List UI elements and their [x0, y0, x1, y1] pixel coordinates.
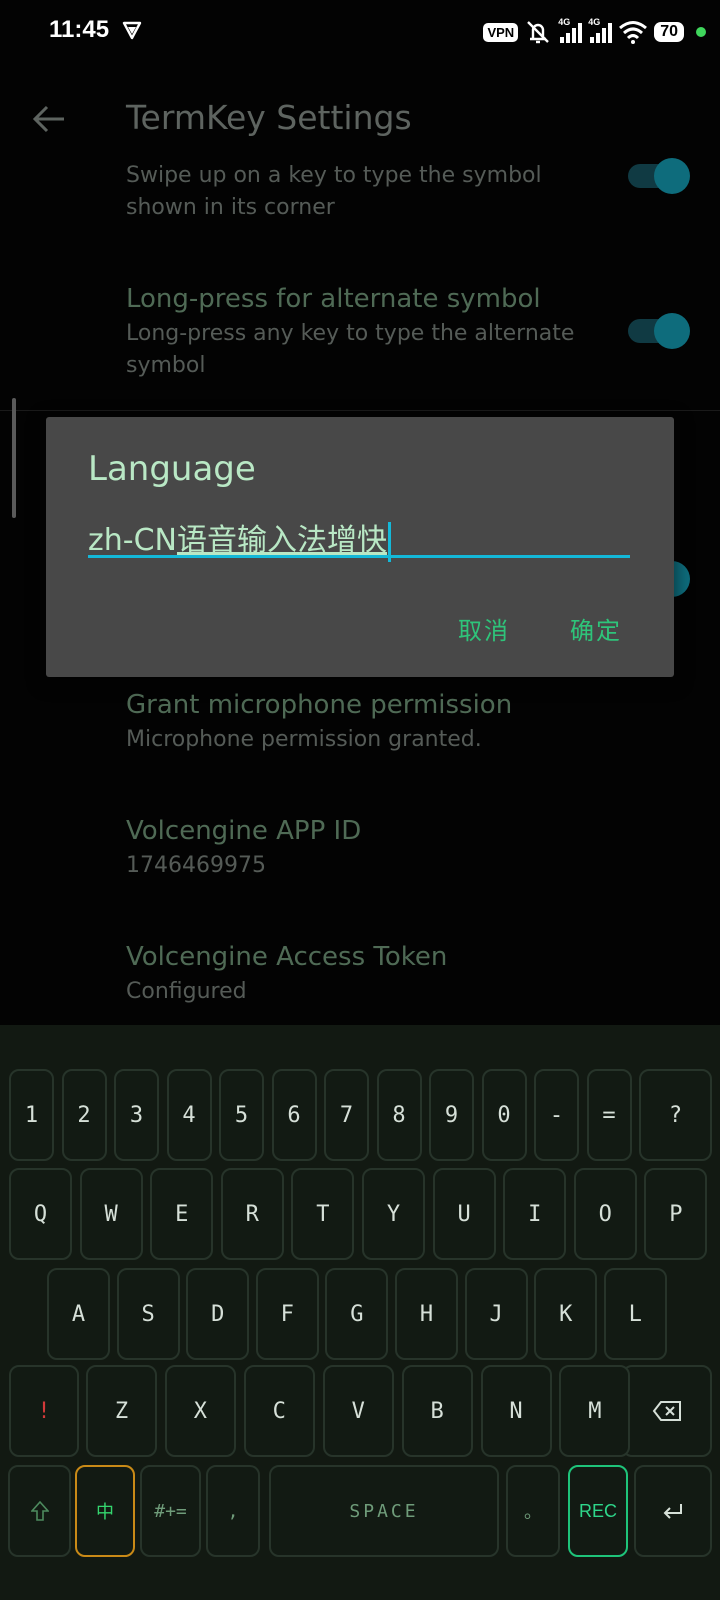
setting-microphone-subtitle: Microphone permission granted.	[126, 727, 482, 752]
status-time: 11:45	[49, 16, 110, 43]
key-row_bottom-4[interactable]: V	[322, 1365, 394, 1457]
input-composing-text: 语音输入法增快	[176, 523, 387, 558]
key-row_home-6[interactable]: J	[464, 1268, 528, 1360]
key-row_qwerty-4[interactable]: T	[291, 1168, 355, 1260]
setting-access-token[interactable]: Volcengine Access Token Configured	[0, 942, 720, 1012]
language-dialog: Language zh-CN语音输入法增快 取消 确定	[46, 417, 674, 677]
key-row_numbers-2[interactable]: 3	[114, 1069, 159, 1161]
enter-key[interactable]	[634, 1465, 712, 1557]
setting-app-id-title: Volcengine APP ID	[126, 816, 362, 846]
key-row_qwerty-1[interactable]: W	[79, 1168, 143, 1260]
key-row_qwerty-0[interactable]: Q	[9, 1168, 72, 1260]
key-row_bottom-6[interactable]: N	[480, 1365, 552, 1457]
key-row_qwerty-5[interactable]: Y	[362, 1168, 425, 1260]
cancel-button[interactable]: 取消	[458, 611, 510, 646]
swipe-up-toggle[interactable]	[628, 158, 690, 194]
setting-app-id-value: 1746469975	[126, 853, 266, 878]
period-key[interactable]: 。	[506, 1465, 560, 1557]
shift-icon	[30, 1501, 49, 1521]
arrow-left-icon[interactable]	[30, 100, 68, 138]
key-row_qwerty-6[interactable]: U	[432, 1168, 496, 1260]
key-row_home-3[interactable]: F	[255, 1268, 319, 1360]
key-row_home-7[interactable]: K	[534, 1268, 598, 1360]
comma-key[interactable]: ,	[206, 1465, 260, 1557]
space-key[interactable]: SPACE	[269, 1465, 499, 1557]
key-row_numbers-7[interactable]: 8	[376, 1069, 422, 1161]
key-row_bottom-0[interactable]: !	[9, 1365, 79, 1457]
key-row_numbers-3[interactable]: 4	[166, 1069, 212, 1161]
key-row_numbers-10[interactable]: -	[534, 1069, 579, 1161]
key-row_home-1[interactable]: S	[116, 1268, 180, 1360]
battery-icon: 70	[654, 22, 684, 42]
scrollbar[interactable]	[12, 398, 16, 518]
key-row_numbers-12[interactable]: ?	[639, 1069, 712, 1161]
vpn-app-icon	[122, 21, 142, 40]
key-row_qwerty-3[interactable]: R	[220, 1168, 284, 1260]
key-row_numbers-5[interactable]: 6	[271, 1069, 317, 1161]
divider	[0, 410, 720, 411]
setting-access-token-title: Volcengine Access Token	[126, 942, 448, 972]
long-press-toggle[interactable]	[628, 313, 690, 349]
shift-key[interactable]	[8, 1465, 71, 1557]
input-committed-text: zh-CN	[88, 523, 177, 558]
vpn-badge: VPN	[483, 22, 519, 42]
key-row_bottom-3[interactable]: C	[243, 1365, 315, 1457]
key-row_home-0[interactable]: A	[47, 1268, 110, 1360]
ok-button[interactable]: 确定	[570, 611, 622, 646]
dialog-title: Language	[88, 449, 256, 489]
mute-icon	[527, 21, 550, 44]
key-row_bottom-1[interactable]: Z	[86, 1365, 157, 1457]
setting-access-token-value: Configured	[126, 979, 247, 1004]
key-row_numbers-1[interactable]: 2	[61, 1069, 107, 1161]
key-row_home-5[interactable]: H	[395, 1268, 458, 1360]
key-row_numbers-0[interactable]: 1	[9, 1069, 54, 1161]
key-row_home-8[interactable]: L	[603, 1268, 667, 1360]
backspace-icon	[652, 1401, 681, 1421]
key-row_numbers-4[interactable]: 5	[219, 1069, 264, 1161]
language-input[interactable]: zh-CN语音输入法增快	[88, 513, 630, 562]
key-row_bottom-7[interactable]: M	[559, 1365, 631, 1457]
setting-long-press-title: Long-press for alternate symbol	[126, 284, 541, 314]
key-row_home-2[interactable]: D	[186, 1268, 250, 1360]
setting-swipe-up-subtitle: Swipe up on a key to type the symbol sho…	[126, 163, 542, 220]
key-row_qwerty-2[interactable]: E	[150, 1168, 214, 1260]
signal-icon-2: 4G	[588, 17, 613, 43]
wifi-icon	[619, 21, 648, 44]
status-bar: 11:45 VPN 4G 4G 70	[0, 0, 720, 64]
status-icons: VPN 4G 4G 70	[483, 17, 706, 47]
setting-microphone-title: Grant microphone permission	[126, 690, 513, 720]
setting-long-press[interactable]: Long-press for alternate symbol Long-pre…	[0, 284, 720, 384]
key-row_home-4[interactable]: G	[325, 1268, 389, 1360]
keyboard: 中 #+= , SPACE 。 REC 1 2 3 4 5 6 7 8 9 0- =? Q W E R T Y U…	[0, 1025, 720, 1600]
setting-swipe-up[interactable]: Swipe up on a key to type the symbol sho…	[0, 158, 720, 224]
text-caret	[387, 521, 391, 562]
signal-icon: 4G	[558, 17, 583, 43]
key-row_bottom-5[interactable]: B	[401, 1365, 473, 1457]
app-bar: TermKey Settings	[0, 64, 720, 174]
key-row_qwerty-7[interactable]: I	[503, 1168, 567, 1260]
setting-app-id[interactable]: Volcengine APP ID 1746469975	[0, 816, 720, 886]
key-row_numbers-9[interactable]: 0	[481, 1069, 527, 1161]
key-row_numbers-8[interactable]: 9	[429, 1069, 474, 1161]
enter-icon	[663, 1504, 682, 1519]
key-row_numbers-6[interactable]: 7	[324, 1069, 369, 1161]
page-title: TermKey Settings	[126, 98, 412, 137]
key-row_bottom-2[interactable]: X	[164, 1365, 236, 1457]
backspace-key[interactable]	[622, 1365, 712, 1457]
key-row_qwerty-9[interactable]: P	[644, 1168, 708, 1260]
language-key[interactable]: 中	[75, 1465, 135, 1557]
key-row_qwerty-8[interactable]: O	[573, 1168, 637, 1260]
setting-long-press-subtitle: Long-press any key to type the alternate…	[126, 321, 575, 378]
key-row_numbers-11[interactable]: =	[586, 1069, 632, 1161]
rec-key[interactable]: REC	[568, 1465, 628, 1557]
privacy-indicator-dot	[696, 27, 706, 37]
setting-microphone[interactable]: Grant microphone permission Microphone p…	[0, 690, 720, 760]
symbols-key[interactable]: #+=	[140, 1465, 201, 1557]
